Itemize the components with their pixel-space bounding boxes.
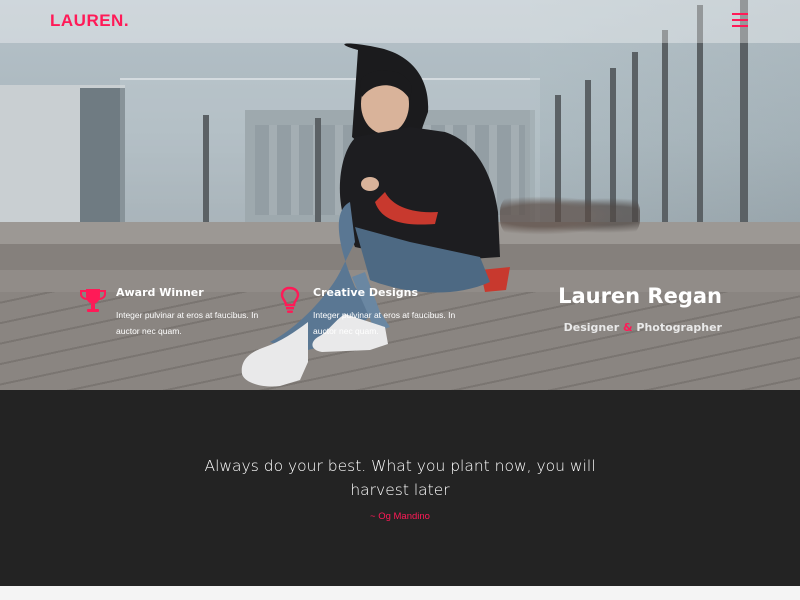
quote-author: ~ Og Mandino [370, 511, 430, 522]
feature-title: Creative Designs [313, 286, 419, 299]
hero-role-photographer: Photographer [632, 321, 722, 334]
feature-title: Award Winner [116, 286, 204, 299]
hero-name: Lauren Regan [558, 284, 722, 308]
lightbulb-icon [280, 286, 300, 313]
hero-role-designer: Designer [563, 321, 623, 334]
page-bottom-strip [0, 586, 800, 600]
menu-line [732, 19, 748, 21]
menu-line [732, 25, 748, 27]
hero-background-people [500, 193, 640, 238]
site-header: LAUREN. [0, 0, 800, 43]
hamburger-menu-icon[interactable] [732, 13, 748, 27]
quote-text: Always do your best. What you plant now,… [204, 457, 596, 499]
hero-background-building-shadow [80, 88, 125, 225]
trophy-icon [80, 289, 106, 312]
site-logo[interactable]: LAUREN. [50, 11, 129, 31]
feature-description: Integer pulvinar at eros at faucibus. In… [116, 310, 259, 336]
menu-line [732, 13, 748, 15]
hero-role: Designer & Photographer [564, 321, 722, 334]
quote-section: Always do your best. What you plant now,… [0, 390, 800, 586]
feature-description: Integer pulvinar at eros at faucibus. In… [313, 310, 456, 336]
hero-section: LAUREN. Award Winner Integer pulvinar at… [0, 0, 800, 390]
hero-role-ampersand: & [622, 321, 633, 334]
